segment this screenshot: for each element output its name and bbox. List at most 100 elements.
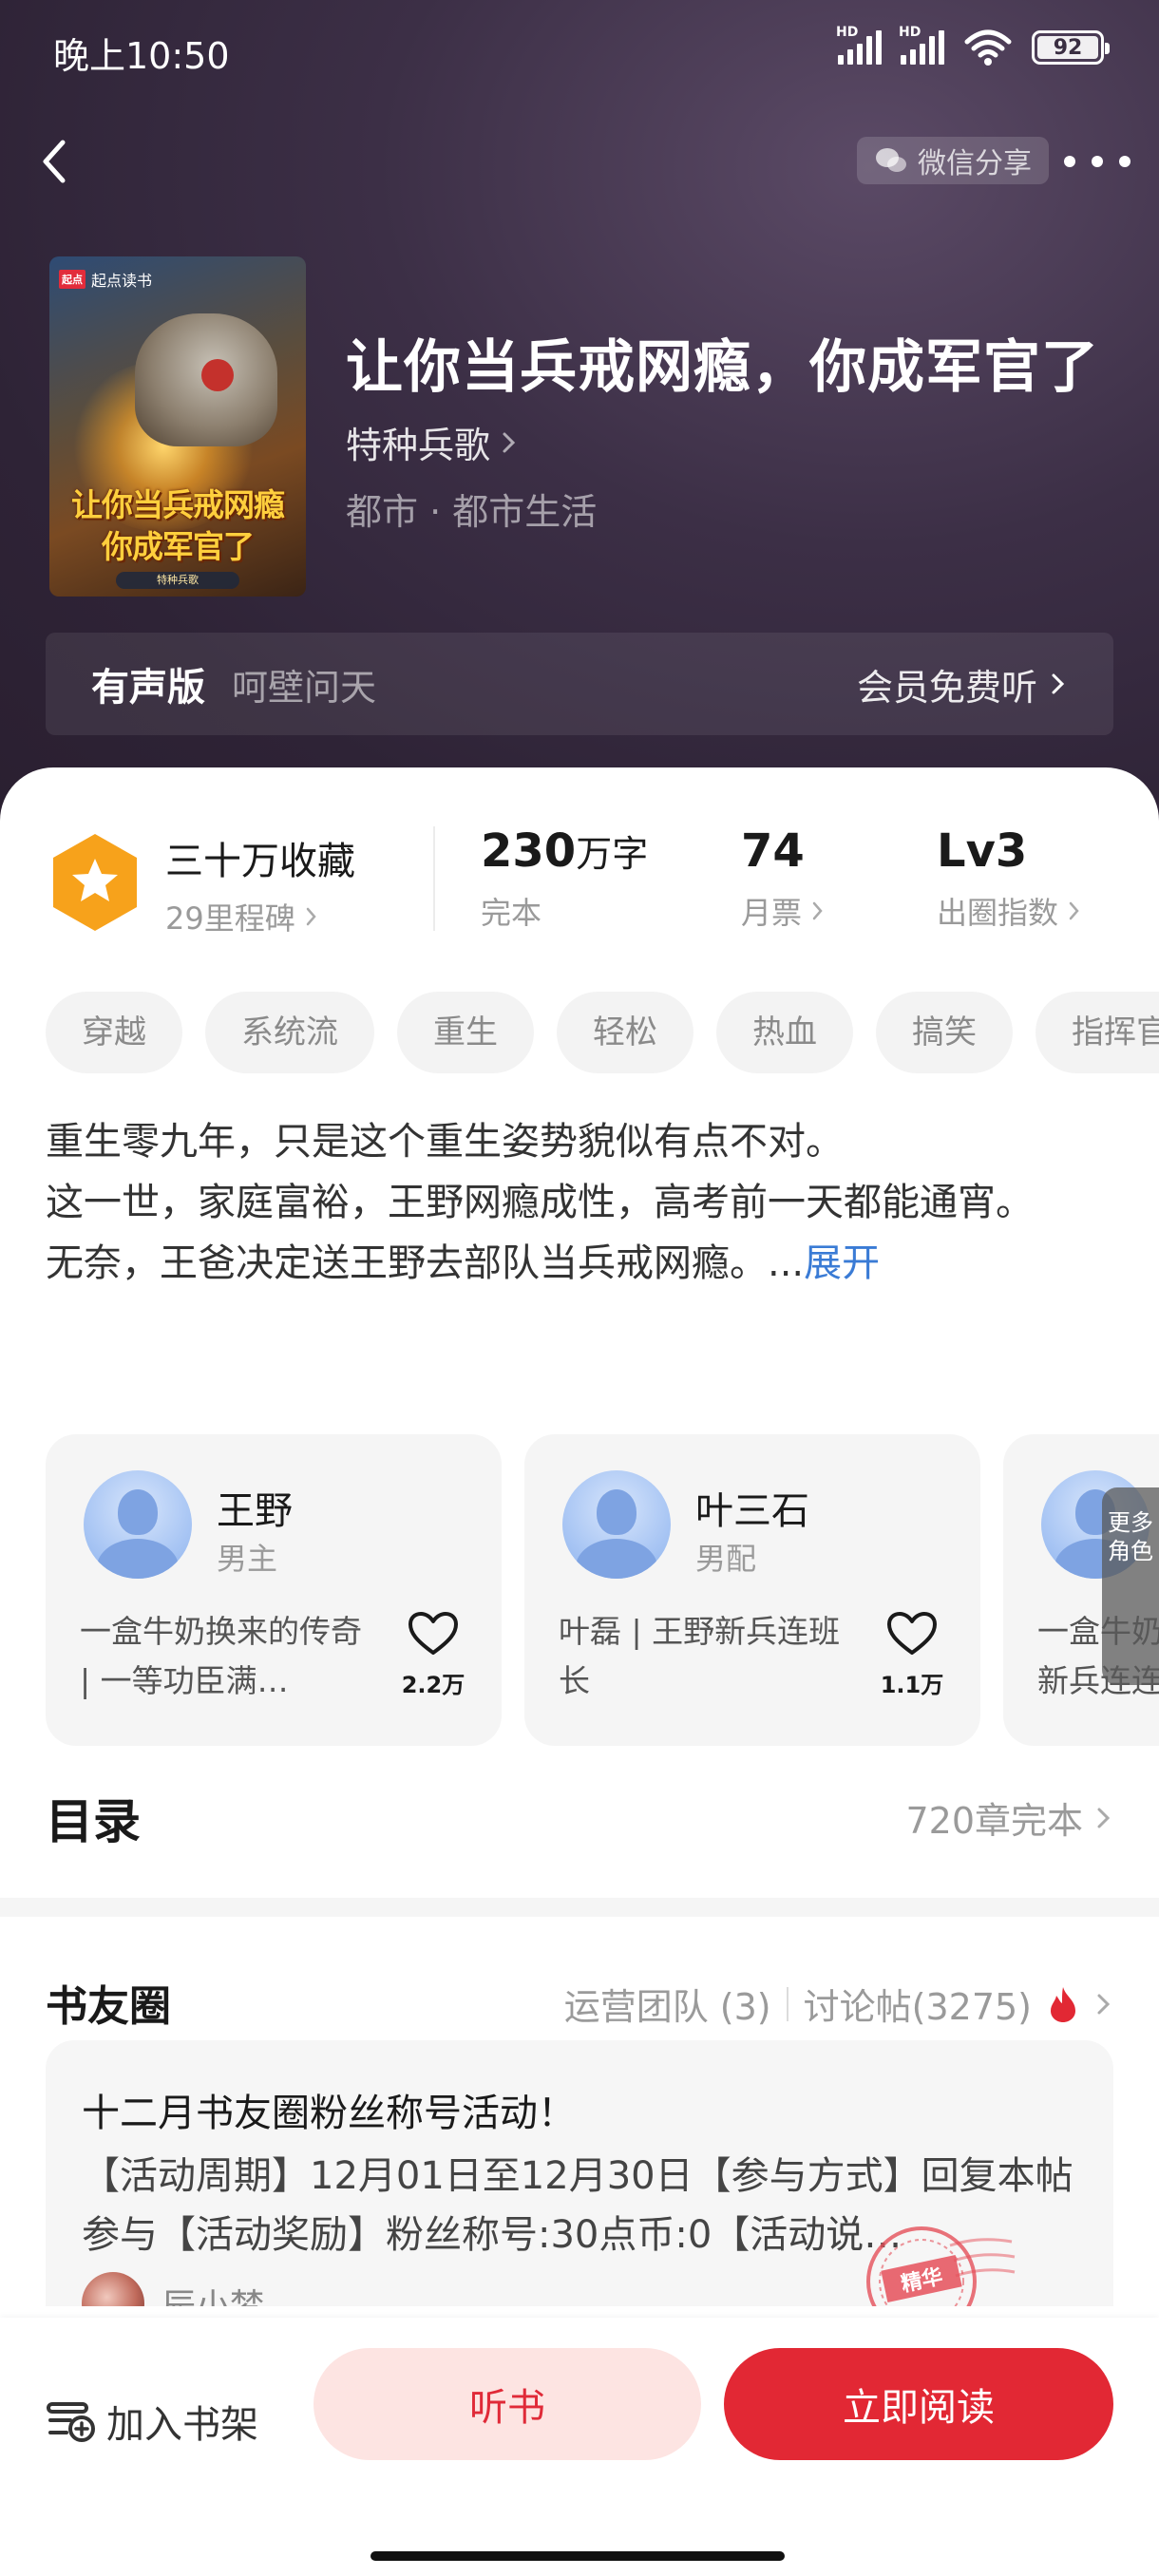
chevron-right-icon [1052,673,1065,694]
chevron-right-icon [306,907,316,926]
signal-hd-label: HD [836,25,859,40]
characters-carousel[interactable]: 王野 男主 一盒牛奶换来的传奇 | 一等功臣满… 2.2万 叶三石 男配 叶磊 … [46,1434,1159,1746]
featured-post-card[interactable]: 十二月书友圈粉丝称号活动！ 【活动周期】12月01日至12月30日【参与方式】回… [46,2040,1113,2306]
bottom-action-bar: 加入书架 听书 立即阅读 [0,2318,1159,2576]
synopsis-line: 无奈，王爸决定送王野去部队当兵戒网瘾。... [46,1241,805,1285]
favorites-stat[interactable]: 三十万收藏 29里程碑 [165,830,355,938]
character-avatar [84,1470,192,1579]
fire-icon [1051,1986,1075,2022]
character-role: 男配 [695,1541,757,1577]
book-cover-image[interactable]: 起点 起点读书 让你当兵戒网瘾 你成军官了 特种兵歌 [49,256,306,597]
post-author-name: 辰小梦 [162,2279,264,2306]
listen-button[interactable]: 听书 [314,2348,701,2460]
member-free-listen-link[interactable]: 会员免费听 [857,658,1068,710]
favorites-medal-icon [53,834,137,931]
character-card[interactable]: 叶三石 男配 叶磊 | 王野新兵连班长 1.1万 [524,1434,980,1746]
more-roles-button[interactable]: 更多角色 [1102,1487,1159,1685]
add-to-shelf-button[interactable]: 加入书架 [46,2394,258,2449]
discussion-posts-link[interactable]: 讨论帖(3275) [804,1978,1032,2030]
home-indicator[interactable] [370,2551,785,2561]
popularity-level-value: Lv3 [937,824,1028,878]
add-to-shelf-label: 加入书架 [106,2403,258,2447]
favorites-count: 三十万收藏 [165,840,355,883]
more-options-button[interactable] [1064,142,1130,180]
popularity-index-label: 出圈指数 [937,895,1059,931]
chevron-right-icon [1097,1994,1111,2014]
word-count-value: 230 [481,824,577,878]
post-author: 辰小梦 [82,2272,264,2306]
milestone-label: 29里程碑 [165,900,295,937]
synopsis-line: 重生零九年，只是这个重生姿势貌似有点不对。 [46,1120,844,1164]
book-hero-header: 晚上10:50 HD HD 92 微信分享 起点 起点读书 让你当兵戒网瘾 你成… [0,0,1159,836]
signal-hd-label-2: HD [899,25,922,40]
audio-version-label: 有声版 [91,666,205,710]
expand-synopsis-link[interactable]: 展开 [804,1241,880,1285]
cellular-signal-icon: HD [836,25,882,65]
more-dot-icon [1064,156,1075,167]
status-icons: HD HD 92 [836,25,1110,66]
tag-chip[interactable]: 重生 [397,992,534,1073]
tag-chip[interactable]: 指挥官 [1036,992,1159,1073]
chevron-right-icon [812,901,823,920]
character-like-button[interactable]: 2.2万 [397,1611,469,1699]
cover-publisher-badge: 起点 起点读书 [59,268,152,291]
tag-chip[interactable]: 搞笑 [876,992,1013,1073]
section-divider [0,1898,1159,1917]
monthly-tickets-stat[interactable]: 74 月票 [741,824,826,933]
chevron-right-icon [1097,1808,1111,1828]
status-time: 晚上10:50 [53,35,230,77]
completion-status: 完本 [481,895,542,931]
member-free-listen-label: 会员免费听 [856,666,1037,709]
tag-chip[interactable]: 系统流 [205,992,374,1073]
tag-chip[interactable]: 轻松 [557,992,694,1073]
more-dot-icon [1119,156,1130,167]
toc-title: 目录 [46,1794,141,1849]
table-of-contents-row[interactable]: 目录 720章完本 [46,1784,1113,1860]
wechat-share-button[interactable]: 微信分享 [857,137,1049,184]
character-like-count: 1.1万 [880,1672,944,1698]
character-role: 男主 [217,1541,278,1577]
monthly-tickets-label: 月票 [741,895,803,931]
add-shelf-icon [47,2402,95,2442]
audio-narrator: 呵壁问天 [232,666,377,709]
character-like-count: 2.2万 [401,1672,466,1698]
book-detail-sheet: 三十万收藏 29里程碑 230万字 完本 74 月票 Lv3 出圈指数 穿越 系统… [0,767,1159,2576]
book-author-link[interactable]: 特种兵歌 [346,416,519,468]
character-card[interactable]: 王野 男主 一盒牛奶换来的传奇 | 一等功臣满… 2.2万 [46,1434,502,1746]
character-description: 一盒牛奶换来的传奇 | 一等功臣满… [80,1613,362,1699]
wechat-icon [876,148,906,172]
book-category: 都市 · 都市生活 [346,491,598,533]
chevron-right-icon [503,432,516,452]
word-count-unit: 万字 [576,833,649,875]
tag-chip[interactable]: 热血 [716,992,853,1073]
character-description: 叶磊 | 王野新兵连班长 [559,1613,841,1699]
chevron-right-icon [1069,901,1079,920]
character-avatar [562,1470,671,1579]
heart-icon [408,1612,458,1655]
operations-team-link[interactable]: 运营团队 (3) [564,1978,771,2030]
tag-chip[interactable]: 穿越 [46,992,182,1073]
genre-tags-row: 穿越 系统流 重生 轻松 热血 搞笑 指挥官 [46,992,1159,1073]
avatar [82,2272,144,2306]
book-synopsis[interactable]: 重生零九年，只是这个重生姿势貌似有点不对。 这一世，家庭富裕，王野网瘾成性，高考… [46,1111,1113,1294]
cellular-signal-icon-2: HD [899,25,944,65]
chevron-left-icon [43,140,66,183]
popularity-index-stat[interactable]: Lv3 出圈指数 [937,824,1083,933]
cover-title-art: 让你当兵戒网瘾 你成军官了 [71,486,285,565]
reader-circle-header[interactable]: 书友圈 运营团队 (3) 讨论帖(3275) [46,1972,1113,2040]
back-button[interactable] [28,133,86,190]
battery-icon: 92 [1032,30,1110,65]
battery-level: 92 [1053,35,1083,60]
book-author-name: 特种兵歌 [346,425,491,466]
audio-version-bar[interactable]: 有声版 呵壁问天 会员免费听 [46,633,1113,735]
chapter-count-label: 720章完本 [905,1800,1083,1842]
heart-icon [887,1612,937,1655]
status-bar: 晚上10:50 HD HD 92 [0,0,1159,104]
stats-divider [433,826,435,931]
book-title: 让你当兵戒网瘾，你成军官了 [346,334,1099,401]
wifi-icon [963,28,1013,66]
character-like-button[interactable]: 1.1万 [876,1611,948,1699]
cover-robot-illustration [135,313,277,446]
synopsis-line: 这一世，家庭富裕，王野网瘾成性，高考前一天都能通宵。 [46,1181,1034,1224]
read-now-button[interactable]: 立即阅读 [724,2348,1113,2460]
